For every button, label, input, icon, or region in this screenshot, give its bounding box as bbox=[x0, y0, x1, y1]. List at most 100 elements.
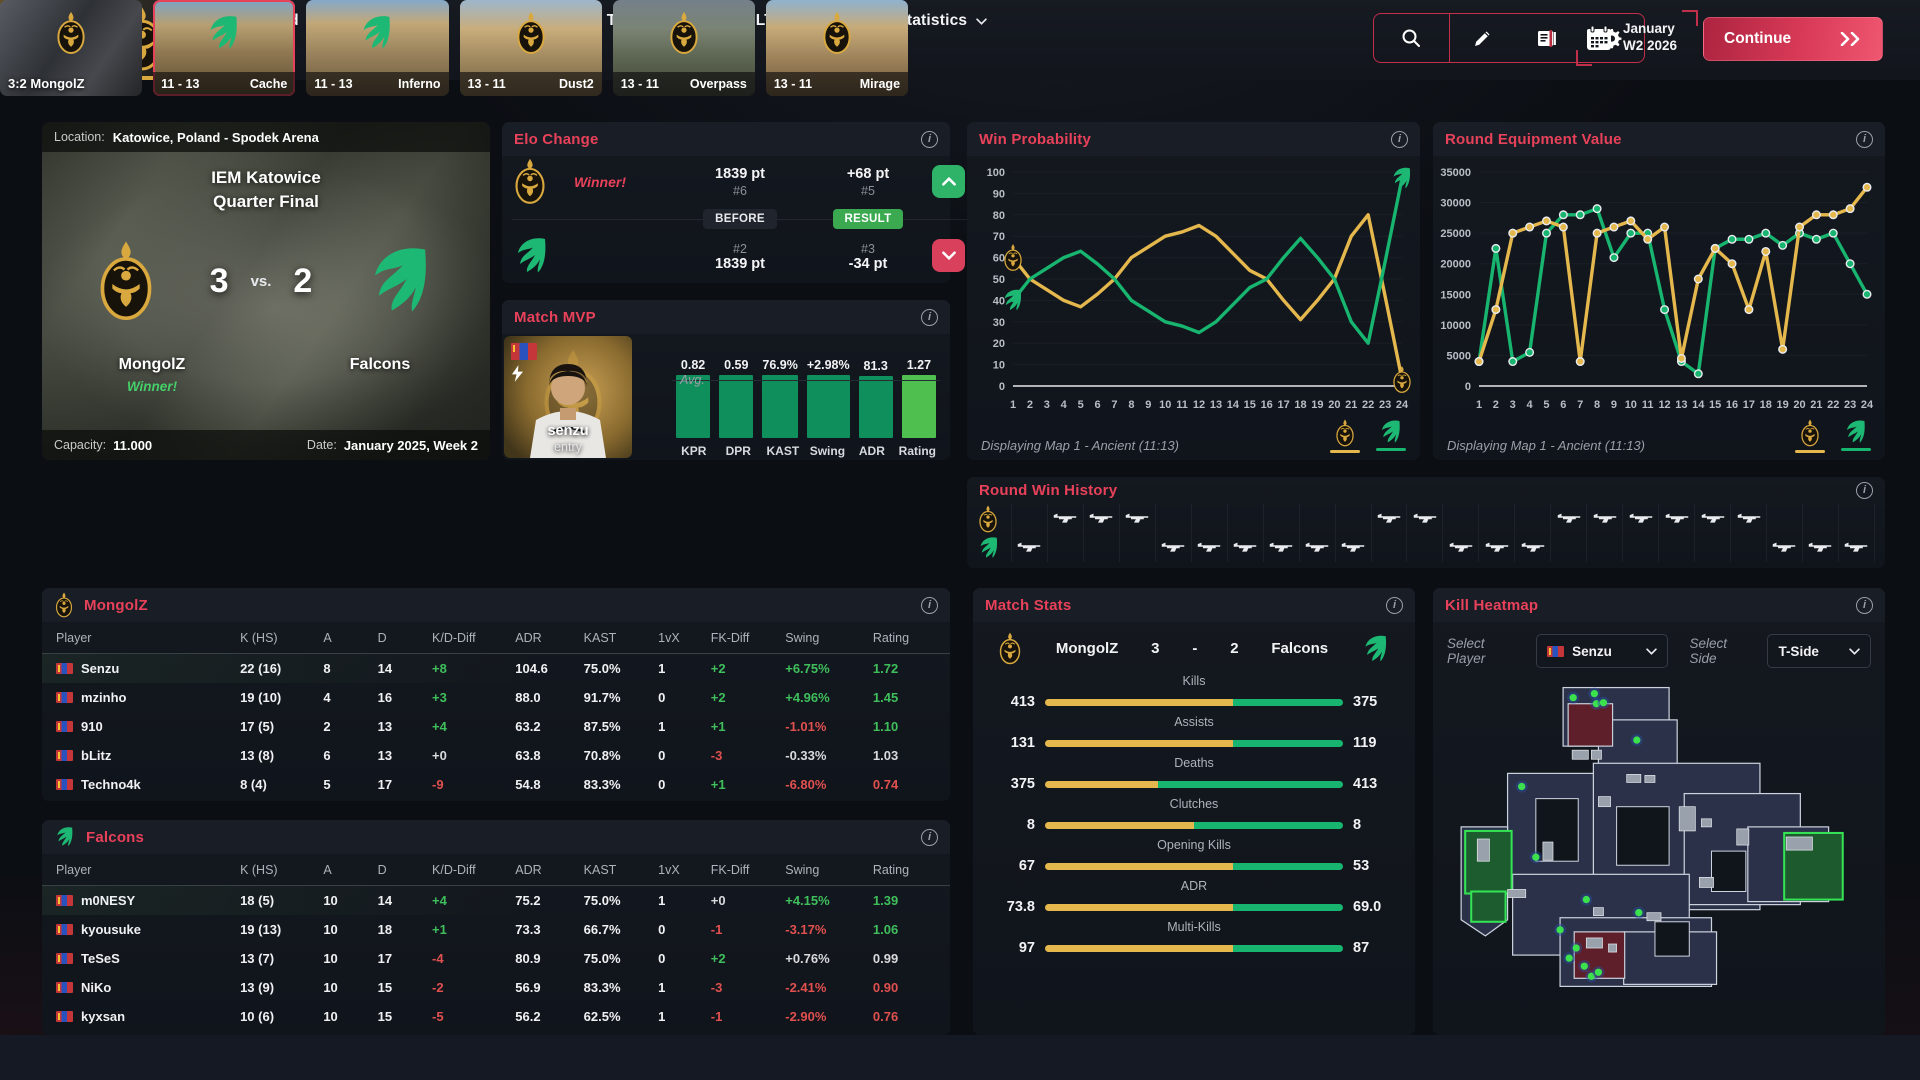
player-name[interactable]: mzinho bbox=[81, 690, 127, 705]
winner-note: Winner! bbox=[72, 379, 232, 394]
cell-k: 17 (5) bbox=[240, 719, 323, 734]
round-6 bbox=[1191, 533, 1227, 562]
mvp-name: senzu bbox=[504, 423, 632, 440]
svg-text:11: 11 bbox=[1176, 399, 1188, 411]
cell-adr: 75.2 bbox=[515, 893, 583, 908]
legend-falcons[interactable] bbox=[1841, 419, 1871, 453]
col-swing: Swing bbox=[785, 863, 873, 877]
svg-text:1: 1 bbox=[1476, 399, 1482, 411]
cell-d: 13 bbox=[378, 719, 432, 734]
cell-adr: 73.3 bbox=[515, 922, 583, 937]
cell-fk: +1 bbox=[711, 719, 786, 734]
map-thumb-cache[interactable]: 11 - 13Cache bbox=[153, 0, 295, 96]
location-value: Katowice, Poland - Spodek Arena bbox=[113, 130, 319, 145]
cell-d: 18 bbox=[378, 922, 432, 937]
svg-text:1: 1 bbox=[1010, 399, 1016, 411]
map-thumb-mirage[interactable]: 13 - 11Mirage bbox=[766, 0, 908, 96]
info-icon[interactable]: i bbox=[921, 829, 938, 846]
player-name[interactable]: 910 bbox=[81, 719, 103, 734]
map-name: Mirage bbox=[860, 77, 900, 91]
info-icon[interactable]: i bbox=[921, 131, 938, 148]
legend-mongolz[interactable] bbox=[1795, 419, 1825, 453]
col-player: Player bbox=[56, 863, 240, 877]
round-18 bbox=[1622, 504, 1658, 533]
table-row-senzu: Senzu22 (16)814+8104.675.0%1+2+6.75%1.72 bbox=[42, 654, 950, 683]
chevron-up-icon bbox=[942, 177, 956, 186]
cell-rating: 0.90 bbox=[873, 980, 936, 995]
cell-d: 14 bbox=[378, 893, 432, 908]
svg-text:90: 90 bbox=[993, 188, 1005, 200]
rifle-icon bbox=[1485, 542, 1509, 553]
svg-text:3: 3 bbox=[1510, 399, 1516, 411]
rifle-icon bbox=[1844, 542, 1868, 553]
map-thumb-overpass[interactable]: 13 - 11Overpass bbox=[613, 0, 755, 96]
continue-button[interactable]: Continue bbox=[1703, 17, 1883, 61]
legend-mongolz[interactable] bbox=[1330, 419, 1360, 453]
nav-item-statistics[interactable]: Statistics bbox=[896, 12, 987, 30]
player-name[interactable]: kyxsan bbox=[81, 1009, 125, 1024]
svg-text:2: 2 bbox=[1493, 399, 1499, 411]
result-badge: RESULT bbox=[833, 209, 904, 229]
cell-adr: 80.9 bbox=[515, 951, 583, 966]
stat-bar bbox=[1045, 945, 1343, 952]
svg-text:5: 5 bbox=[1078, 399, 1084, 411]
stats-team-right: Falcons bbox=[1271, 640, 1328, 657]
stat-deaths: Deaths375413 bbox=[973, 751, 1415, 792]
player-name[interactable]: bLitz bbox=[81, 748, 111, 763]
cell-vx: 1 bbox=[658, 719, 711, 734]
team-logo-mongolz bbox=[94, 240, 158, 322]
round-win-history-panel: Round Win History i bbox=[967, 477, 1885, 568]
stat-label: Deaths bbox=[991, 756, 1397, 770]
player-name[interactable]: m0NESY bbox=[81, 893, 135, 908]
cell-fk: +2 bbox=[711, 661, 786, 676]
info-icon[interactable]: i bbox=[1856, 597, 1873, 614]
cell-k: 10 (6) bbox=[240, 1009, 323, 1024]
info-icon[interactable]: i bbox=[1856, 482, 1873, 499]
info-icon[interactable]: i bbox=[921, 597, 938, 614]
stat-left-value: 97 bbox=[991, 940, 1035, 956]
svg-text:11: 11 bbox=[1642, 399, 1654, 411]
cell-d: 15 bbox=[378, 980, 432, 995]
player-name[interactable]: TeSeS bbox=[81, 951, 120, 966]
cell-kast: 75.0% bbox=[584, 661, 659, 676]
win-probability-panel: Win Probability i 0102030405060708090100… bbox=[967, 122, 1420, 460]
legend-falcons[interactable] bbox=[1376, 419, 1406, 453]
map-thumb-inferno[interactable]: 11 - 13Inferno bbox=[306, 0, 448, 96]
info-icon[interactable]: i bbox=[1856, 131, 1873, 148]
col-1vx: 1vX bbox=[658, 631, 711, 645]
panel-title: Match Stats bbox=[985, 597, 1071, 614]
svg-text:13: 13 bbox=[1210, 399, 1222, 411]
map-thumb-dust2[interactable]: 13 - 11Dust2 bbox=[460, 0, 602, 96]
side-select[interactable]: T-Side bbox=[1767, 634, 1871, 668]
player-name[interactable]: kyousuke bbox=[81, 922, 141, 937]
svg-text:10: 10 bbox=[1625, 399, 1637, 411]
playbook-button[interactable] bbox=[1514, 14, 1579, 62]
calendar-widget[interactable]: JanuaryW2 2026 bbox=[1578, 12, 1696, 64]
edit-button[interactable] bbox=[1450, 14, 1515, 62]
svg-text:20000: 20000 bbox=[1440, 259, 1471, 271]
info-icon[interactable]: i bbox=[1386, 597, 1403, 614]
player-select-value: Senzu bbox=[1572, 644, 1637, 659]
info-icon[interactable]: i bbox=[1391, 131, 1408, 148]
player-name[interactable]: Senzu bbox=[81, 661, 119, 676]
cell-swing: +4.96% bbox=[785, 690, 873, 705]
svg-text:0: 0 bbox=[1465, 381, 1471, 393]
search-button[interactable] bbox=[1374, 14, 1449, 62]
map-thumb-series-result[interactable]: 3:2 MongolZ bbox=[0, 0, 142, 96]
team-logo-falcons bbox=[205, 14, 243, 52]
cell-a: 10 bbox=[323, 1009, 377, 1024]
mongolia-flag bbox=[56, 924, 73, 935]
match-stats-panel: Match Stats i MongolZ 3 - 2 Falcons Kill… bbox=[973, 588, 1415, 1035]
info-icon[interactable]: i bbox=[921, 309, 938, 326]
table-row-blitz: bLitz13 (8)613+063.870.8%0-3-0.33%1.03 bbox=[42, 741, 950, 770]
round-19 bbox=[1658, 504, 1694, 533]
player-name[interactable]: NiKo bbox=[81, 980, 111, 995]
player-select[interactable]: Senzu bbox=[1536, 634, 1667, 668]
round-10 bbox=[1335, 504, 1371, 533]
player-name[interactable]: Techno4k bbox=[81, 777, 141, 792]
cell-k: 13 (8) bbox=[240, 748, 323, 763]
col-k-hs-: K (HS) bbox=[240, 631, 323, 645]
round-4 bbox=[1119, 504, 1155, 533]
svg-text:21: 21 bbox=[1345, 399, 1357, 411]
stat-left-value: 413 bbox=[991, 694, 1035, 710]
